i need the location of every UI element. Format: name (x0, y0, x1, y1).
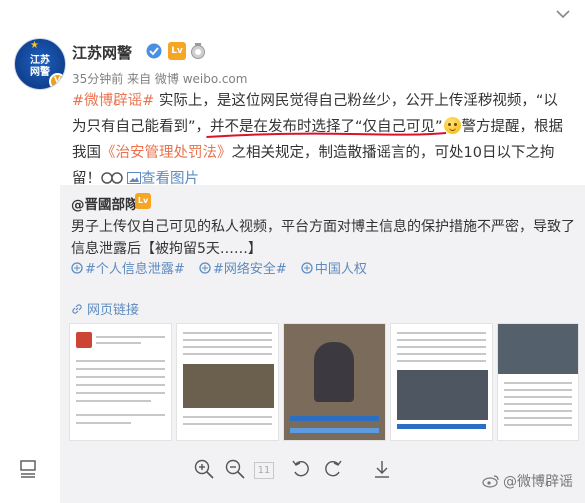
verified-icon (146, 43, 162, 59)
topic-human-rights[interactable]: 中国人权 (301, 262, 367, 277)
video-caption (290, 428, 379, 433)
text-line (397, 339, 486, 341)
repost-author[interactable]: @晋國部隊 (71, 193, 139, 213)
text-line (183, 416, 272, 418)
hashtag-link[interactable]: #微博辟谣# (72, 93, 154, 109)
video-caption (290, 416, 379, 421)
text-line (397, 360, 486, 362)
topic-label: #个人信息泄露# (85, 262, 185, 277)
topic-label: #网络安全# (212, 262, 287, 277)
text-line (183, 339, 272, 341)
smile-emoji-icon (443, 117, 461, 134)
text-line (504, 424, 572, 426)
text-line (183, 423, 272, 425)
text-line (504, 417, 572, 419)
text-line (504, 382, 572, 384)
thumbnail-image[interactable] (69, 323, 172, 441)
star-icon: ★ (30, 40, 39, 51)
web-link-label: 网页链接 (87, 303, 140, 318)
post-source: 来自 微博 weibo.com (127, 72, 248, 86)
weibo-logo-icon (482, 475, 499, 488)
person-silhouette (314, 342, 354, 402)
rotate-left-icon[interactable] (290, 458, 312, 480)
topic-personal-info-leak[interactable]: #个人信息泄露# (71, 262, 185, 277)
text-line (76, 360, 165, 362)
page-number-box[interactable]: 11 (254, 462, 274, 479)
download-icon[interactable] (371, 458, 393, 480)
text-line (504, 396, 572, 398)
thumbnail-image[interactable] (283, 323, 386, 441)
link-icon (72, 304, 82, 314)
text-line (96, 342, 141, 344)
text-line (96, 336, 165, 338)
repost-level-icon: Lv (135, 193, 151, 209)
repost-text: 男子上传仅自己可见的私人视频，平台方面对博主信息的保护措施不严密，导致了信息泄露… (71, 219, 575, 257)
topic-icon (71, 262, 83, 274)
red-underline (206, 132, 447, 138)
text-line (504, 403, 572, 405)
text-line (76, 400, 151, 402)
author-name[interactable]: 江苏网警 (72, 42, 132, 63)
text-line (76, 376, 165, 378)
web-link[interactable]: 网页链接 (71, 299, 139, 318)
text-line (504, 389, 572, 391)
photo (183, 364, 274, 408)
image-thumbnails (69, 323, 579, 441)
text-line (76, 422, 131, 424)
thumbnail-image[interactable] (390, 323, 493, 441)
text-line (504, 410, 572, 412)
post-meta: 35分钟前 来自 微博 weibo.com (72, 70, 247, 87)
rotate-right-icon[interactable] (322, 458, 344, 480)
text-line (76, 414, 165, 416)
text-line (183, 346, 272, 348)
topic-list: #个人信息泄露# #网络安全# 中国人权 (71, 258, 377, 277)
topic-icon (199, 262, 211, 274)
text-line (183, 353, 272, 355)
verified-badge-icon: V (49, 73, 65, 89)
thumbnail-view-icon[interactable] (17, 458, 39, 480)
text-line (76, 392, 165, 394)
level-icon: Lv (168, 42, 186, 60)
text-line (397, 353, 486, 355)
zoom-in-icon[interactable] (193, 458, 215, 480)
medal-icon (190, 42, 206, 60)
post-time[interactable]: 35分钟前 (72, 72, 123, 86)
post-content: #微博辟谣# 实际上，是这位网民觉得自己粉丝少，公开上传淫秽视频，“以为只有自己… (72, 88, 572, 192)
watermark: @微博辟谣 (482, 471, 573, 491)
app-logo-icon (76, 332, 92, 348)
collapse-chevron-icon[interactable] (555, 6, 571, 20)
topic-network-security[interactable]: #网络安全# (199, 262, 287, 277)
avatar[interactable]: ★ 江苏 网警 V (14, 38, 66, 90)
topic-label: 中国人权 (314, 262, 367, 277)
text-line (76, 368, 165, 370)
thumbnail-image[interactable] (497, 323, 579, 441)
photo (498, 324, 578, 374)
text-line (76, 384, 165, 386)
text-line (183, 332, 272, 334)
watermark-text: @微博辟谣 (503, 474, 573, 490)
topic-icon (301, 262, 313, 274)
text-line (397, 346, 486, 348)
zoom-out-icon[interactable] (224, 458, 246, 480)
text-line (397, 332, 486, 334)
thumbnail-image[interactable] (176, 323, 279, 441)
photo (397, 370, 488, 420)
image-icon (127, 172, 141, 184)
glasses-emoji-icon (101, 172, 123, 184)
underlined-text: 并不是在发布时选择了“仅自己可见” (206, 119, 447, 138)
video-caption (397, 424, 486, 429)
law-link[interactable]: 《治安管理处罚法》 (101, 145, 232, 161)
